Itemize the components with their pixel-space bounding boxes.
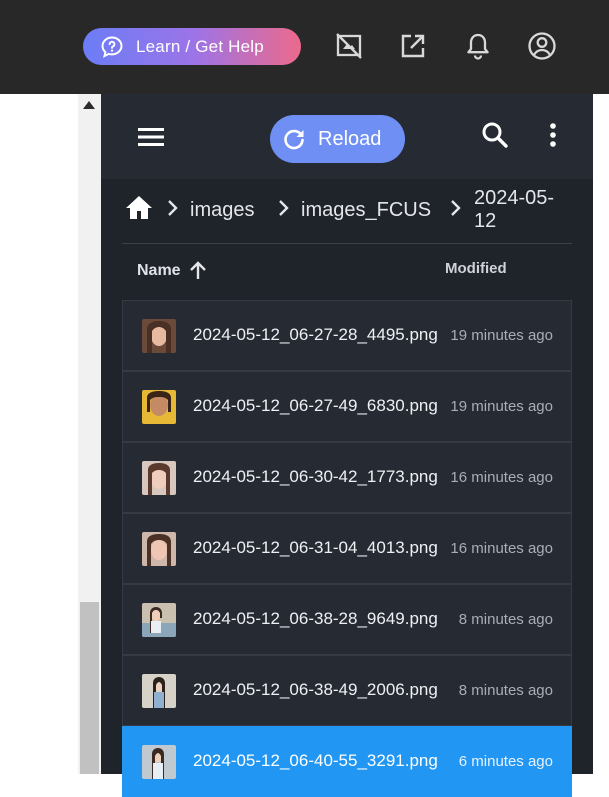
more-options-icon[interactable]: [541, 120, 565, 150]
divider: [122, 243, 572, 244]
bell-icon[interactable]: [462, 30, 494, 62]
file-name: 2024-05-12_06-38-28_9649.png: [193, 609, 438, 628]
file-row[interactable]: 2024-05-12_06-27-49_6830.png 19 minutes …: [122, 371, 572, 442]
file-name: 2024-05-12_06-40-55_3291.png: [193, 751, 438, 770]
file-row[interactable]: 2024-05-12_06-30-42_1773.png 16 minutes …: [122, 442, 572, 513]
learn-get-help-button[interactable]: Learn / Get Help: [83, 28, 301, 65]
file-thumbnail: [142, 532, 176, 566]
home-icon[interactable]: [124, 193, 154, 223]
chevron-right-icon: [451, 200, 461, 216]
file-name: 2024-05-12_06-27-49_6830.png: [193, 396, 438, 415]
file-row-selected[interactable]: 2024-05-12_06-40-55_3291.png 6 minutes a…: [122, 726, 572, 797]
column-header-modified[interactable]: Modified: [445, 260, 507, 277]
help-chat-icon: [101, 35, 123, 58]
file-thumbnail: [142, 603, 176, 637]
file-row[interactable]: 2024-05-12_06-27-28_4495.png 19 minutes …: [122, 300, 572, 371]
file-modified: 16 minutes ago: [450, 540, 553, 557]
account-icon[interactable]: [526, 30, 558, 62]
column-name-label: Name: [137, 262, 181, 279]
help-label: Learn / Get Help: [136, 36, 264, 56]
reload-label: Reload: [318, 127, 382, 150]
top-header: Learn / Get Help: [0, 0, 609, 94]
chevron-right-icon: [279, 200, 289, 216]
refresh-icon: [284, 129, 304, 150]
file-modified: 8 minutes ago: [458, 611, 553, 628]
breadcrumb: images images_FCUS 2024-05-12: [101, 179, 593, 243]
file-name: 2024-05-12_06-30-42_1773.png: [193, 467, 438, 486]
file-thumbnail: [142, 390, 176, 424]
open-external-icon[interactable]: [397, 30, 429, 62]
column-header-name[interactable]: Name: [137, 260, 209, 282]
scrollbar-thumb[interactable]: [80, 602, 99, 774]
left-content-area: [0, 94, 78, 774]
file-browser-toolbar: Reload: [101, 94, 593, 179]
hamburger-menu-icon[interactable]: [135, 121, 167, 153]
file-row[interactable]: 2024-05-12_06-38-28_9649.png 8 minutes a…: [122, 584, 572, 655]
sort-ascending-icon: [189, 261, 206, 279]
file-name: 2024-05-12_06-38-49_2006.png: [193, 680, 438, 699]
file-modified: 19 minutes ago: [450, 398, 553, 415]
file-thumbnail: [142, 319, 176, 353]
file-row[interactable]: 2024-05-12_06-38-49_2006.png 8 minutes a…: [122, 655, 572, 726]
reload-button[interactable]: Reload: [270, 115, 405, 163]
search-icon[interactable]: [480, 120, 510, 150]
file-name: 2024-05-12_06-27-28_4495.png: [193, 325, 438, 344]
file-modified: 19 minutes ago: [450, 327, 553, 344]
file-modified: 16 minutes ago: [450, 469, 553, 486]
chevron-right-icon: [168, 200, 178, 216]
breadcrumb-item-images[interactable]: images: [190, 199, 254, 222]
file-modified: 8 minutes ago: [458, 682, 553, 699]
file-thumbnail: [142, 674, 176, 708]
file-name: 2024-05-12_06-31-04_4013.png: [193, 538, 438, 557]
file-modified: 6 minutes ago: [458, 753, 553, 770]
file-browser-panel: Reload images images_FCUS 2024-05-12 Nam…: [101, 94, 593, 797]
file-thumbnail: [142, 461, 176, 495]
scroll-up-arrow-icon[interactable]: [83, 101, 95, 109]
file-row[interactable]: 2024-05-12_06-31-04_4013.png 16 minutes …: [122, 513, 572, 584]
screen-off-icon[interactable]: [333, 30, 365, 62]
breadcrumb-item-images-fcus[interactable]: images_FCUS: [301, 199, 431, 222]
breadcrumb-current: 2024-05-12: [474, 187, 555, 232]
